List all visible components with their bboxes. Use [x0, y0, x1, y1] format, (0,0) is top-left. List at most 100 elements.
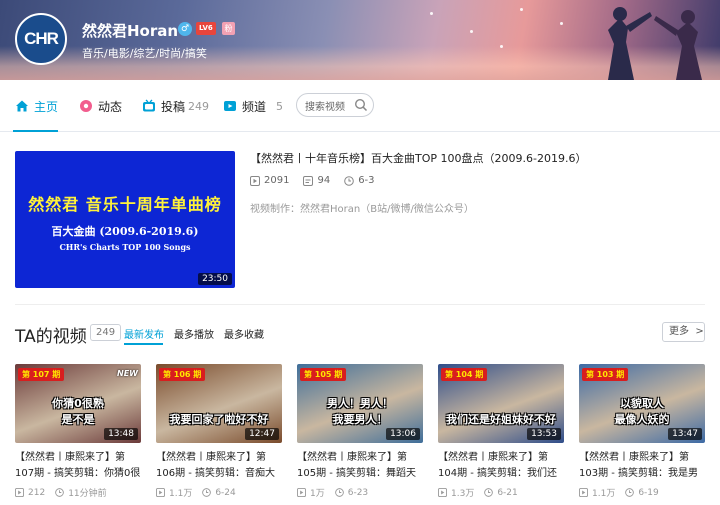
video-thumbnail[interactable]: 第 107 期 NEW 你猜0很熟 是不是 13:48	[15, 364, 141, 443]
publish-date-value: 6-24	[215, 487, 236, 498]
banner-sparkle	[500, 45, 503, 48]
publish-date: 6-3	[344, 175, 375, 186]
tab-channel-label: 频道	[242, 99, 267, 114]
featured-video-stats: 2091 94 6-3	[250, 175, 389, 186]
thumbnail-caption: 男人！男人！ 我要男人！	[327, 397, 393, 426]
play-icon	[250, 175, 260, 186]
avatar-logo-text: CHR	[24, 29, 59, 48]
video-meta: 212 11分钟前	[15, 486, 141, 499]
banner-sparkle	[520, 8, 523, 11]
tab-dynamic-label: 动态	[98, 99, 123, 114]
more-button-label: 更多	[669, 326, 689, 337]
clock-icon	[344, 175, 354, 186]
level-badge: LV6	[196, 22, 216, 35]
featured-video-title[interactable]: 【然然君丨十年音乐榜】百大金曲TOP 100盘点（2009.6-2019.6）	[250, 150, 586, 166]
publish-date-value: 6-23	[347, 487, 369, 498]
play-count-value: 2091	[264, 175, 290, 186]
video-duration: 12:47	[245, 428, 279, 440]
channel-icon	[224, 101, 236, 111]
video-title[interactable]: 【然然君丨康熙来了】第105期 - 搞笑剪辑：舞蹈天后表示	[297, 450, 423, 482]
danmaku-count: 94	[303, 175, 330, 186]
video-duration: 13:06	[386, 428, 420, 440]
thumb-title: 然然君 音乐十周年单曲榜	[28, 195, 222, 214]
male-icon: ♂	[178, 22, 192, 36]
video-thumbnail[interactable]: 第 105 期男人！男人！ 我要男人！ 13:06	[297, 364, 423, 443]
video-thumbnail[interactable]: 第 106 期我要回家了啦好不好 12:47	[156, 364, 282, 443]
video-duration: 13:47	[668, 428, 702, 440]
video-title[interactable]: 【然然君丨康熙来了】第106期 - 搞笑剪辑：音痴大集合,	[156, 450, 282, 482]
video-meta: 1.1万 6-24	[156, 486, 282, 499]
video-title[interactable]: 【然然君丨康熙来了】第103期 - 搞笑剪辑：我是男儿身	[579, 450, 705, 482]
thumbnail-caption: 你猜0很熟 是不是	[52, 397, 104, 426]
play-icon	[156, 488, 165, 497]
tab-dynamic[interactable]: 动态	[79, 96, 122, 116]
tab-most-played[interactable]: 最多播放	[174, 326, 214, 341]
active-tab-indicator	[13, 130, 58, 132]
play-count: 1万	[297, 486, 325, 499]
video-duration: 13:48	[104, 428, 138, 440]
search-video-input[interactable]: 搜索视频	[296, 93, 374, 117]
clock-icon	[334, 488, 344, 497]
video-card[interactable]: 第 107 期 NEW 你猜0很熟 是不是 13:48 【然然君丨康熙来了】第107期 …	[15, 364, 141, 499]
video-card[interactable]: 第 104 期我们还是好姐妹好不好 13:53 【然然君丨康熙来了】第104期 - …	[438, 364, 564, 499]
clock-icon	[55, 488, 65, 497]
thumbnail-caption: 以貌取人 最像人妖的	[614, 397, 670, 426]
episode-badge: 第 106 期	[159, 368, 206, 381]
publish-date: 6-23	[334, 486, 369, 499]
thumbnail-caption: 我要回家了啦好不好	[169, 413, 269, 426]
video-card[interactable]: 第 106 期我要回家了啦好不好 12:47 【然然君丨康熙来了】第106期 - 搞…	[156, 364, 282, 499]
play-count: 212	[15, 486, 45, 499]
featured-video-thumbnail[interactable]: 然然君 音乐十周年单曲榜 百大金曲 (2009.6-2019.6) CHR's …	[15, 151, 235, 288]
clock-icon	[202, 488, 212, 497]
clock-icon	[484, 488, 494, 497]
video-card[interactable]: 第 105 期男人！男人！ 我要男人！ 13:06 【然然君丨康熙来了】第105期 …	[297, 364, 423, 499]
play-icon	[438, 488, 447, 497]
more-button[interactable]: 更多 >	[662, 322, 705, 342]
active-subtab-indicator	[124, 343, 163, 345]
play-count-value: 1万	[310, 489, 325, 499]
play-count: 1.1万	[156, 486, 192, 499]
tv-icon	[143, 99, 155, 112]
tab-most-favorited[interactable]: 最多收藏	[224, 326, 264, 341]
banner-sparkle	[430, 12, 433, 15]
play-count: 1.3万	[438, 486, 474, 499]
play-count: 2091	[250, 175, 289, 186]
play-count-value: 1.1万	[592, 489, 616, 499]
danmaku-icon	[303, 175, 314, 186]
episode-badge: 第 105 期	[300, 368, 347, 381]
publish-date: 6-19	[625, 486, 659, 499]
play-count-value: 1.1万	[169, 489, 193, 499]
episode-badge: 第 103 期	[582, 368, 629, 381]
video-thumbnail[interactable]: 第 103 期以貌取人 最像人妖的 13:47	[579, 364, 705, 443]
thumb-subtitle: 百大金曲 (2009.6-2019.6)	[51, 225, 199, 238]
banner-sparkle	[470, 30, 473, 33]
tab-uploads-count: 249	[188, 99, 210, 113]
video-meta: 1万 6-23	[297, 486, 423, 499]
video-title[interactable]: 【然然君丨康熙来了】第107期 - 搞笑剪辑：你猜0很熟是	[15, 450, 141, 482]
tab-channel-count: 5	[276, 99, 284, 113]
tab-uploads[interactable]: 投稿 249	[142, 96, 209, 116]
publish-date-value: 6-21	[497, 487, 518, 498]
chevron-right-icon: >	[692, 326, 704, 337]
medal-badge: 粉	[222, 22, 235, 35]
danmaku-count-value: 94	[317, 175, 331, 186]
play-count-value: 1.3万	[451, 489, 475, 499]
tab-home-label: 主页	[34, 99, 59, 114]
episode-badge: 第 104 期	[441, 368, 488, 381]
thumbnail-caption: 我们还是好姐妹好不好	[446, 413, 556, 426]
publish-date: 11分钟前	[55, 486, 107, 499]
search-icon[interactable]	[354, 98, 368, 112]
episode-badge: 第 107 期	[18, 368, 65, 381]
play-icon	[297, 488, 306, 497]
video-card[interactable]: 第 103 期以貌取人 最像人妖的 13:47 【然然君丨康熙来了】第103期 - …	[579, 364, 705, 499]
video-title[interactable]: 【然然君丨康熙来了】第104期 - 搞笑剪辑：我们还做好姐	[438, 450, 564, 482]
tab-home[interactable]: 主页	[15, 96, 58, 116]
new-badge: NEW	[117, 369, 138, 378]
section-count: 249	[90, 324, 122, 341]
section-divider	[15, 304, 705, 305]
tab-latest[interactable]: 最新发布	[124, 326, 164, 341]
video-meta: 1.1万 6-19	[579, 486, 705, 499]
tab-channel[interactable]: 频道 5	[223, 96, 283, 116]
video-thumbnail[interactable]: 第 104 期我们还是好姐妹好不好 13:53	[438, 364, 564, 443]
avatar[interactable]: CHR	[15, 13, 67, 65]
